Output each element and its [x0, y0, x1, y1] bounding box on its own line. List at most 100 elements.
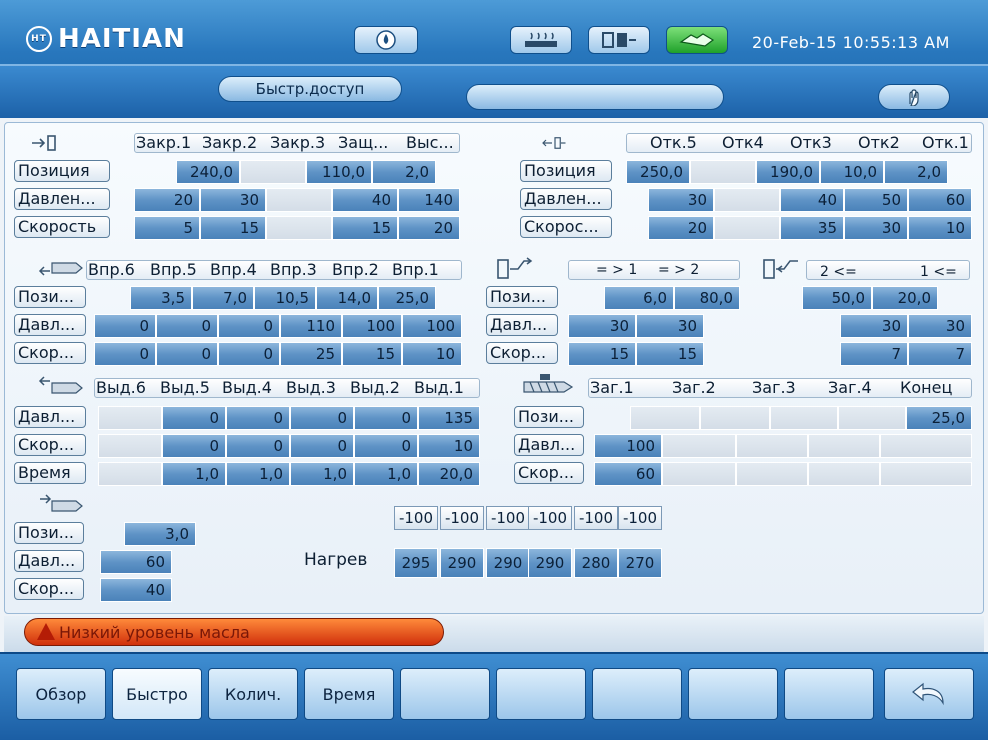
heat-temp-4[interactable]: 290 — [528, 548, 572, 578]
alarm-banner[interactable]: Низкий уровень масла — [24, 618, 444, 646]
clamp-close-pres-5[interactable]: 140 — [398, 188, 460, 212]
inject-speed-6[interactable]: 0 — [94, 342, 156, 366]
heat-offset-2[interactable]: -100 — [440, 506, 484, 530]
clamp-open-pos-5[interactable]: 2,0 — [884, 160, 948, 184]
hold-time-5[interactable]: 1,0 — [162, 462, 226, 486]
inject-speed-1[interactable]: 10 — [402, 342, 462, 366]
motor-button[interactable] — [666, 26, 728, 54]
clamp-close-pres-1[interactable]: 20 — [134, 188, 200, 212]
charge-speed-1[interactable]: 60 — [594, 462, 662, 486]
clamp-close-pos-3[interactable]: 110,0 — [306, 160, 372, 184]
ejector-fwd-speed-1[interactable]: 15 — [568, 342, 636, 366]
heat-offset-5[interactable]: -100 — [574, 506, 618, 530]
clamp-close-pres-4[interactable]: 40 — [332, 188, 398, 212]
footer-button-overview[interactable]: Обзор — [16, 668, 106, 720]
tab-blank[interactable] — [466, 84, 724, 110]
ejector-back-speed-1[interactable]: 7 — [908, 342, 972, 366]
ejector-fwd-pos-1[interactable]: 6,0 — [604, 286, 674, 310]
ejector-back-speed-2[interactable]: 7 — [840, 342, 908, 366]
suckback-pres[interactable]: 60 — [100, 550, 172, 574]
footer-button-empty-3[interactable] — [592, 668, 682, 720]
clamp-close-speed-4[interactable]: 15 — [332, 216, 398, 240]
hold-pres-2[interactable]: 0 — [354, 406, 418, 430]
oil-drop-button[interactable] — [354, 26, 418, 54]
hold-pres-1[interactable]: 135 — [418, 406, 480, 430]
hold-time-1[interactable]: 20,0 — [418, 462, 480, 486]
heat-temp-3[interactable]: 290 — [486, 548, 530, 578]
suckback-pos[interactable]: 3,0 — [124, 522, 196, 546]
inject-pos-1[interactable]: 25,0 — [378, 286, 436, 310]
tab-quick-access[interactable]: Быстр.доступ — [218, 76, 402, 102]
clamp-open-pres-4[interactable]: 50 — [844, 188, 908, 212]
footer-button-quick[interactable]: Быстро — [112, 668, 202, 720]
inject-pos-4[interactable]: 7,0 — [192, 286, 254, 310]
footer-button-time[interactable]: Время — [304, 668, 394, 720]
hold-time-2[interactable]: 1,0 — [354, 462, 418, 486]
hold-speed-2[interactable]: 0 — [354, 434, 418, 458]
ejector-fwd-speed-2[interactable]: 15 — [636, 342, 704, 366]
clamp-open-pos-4[interactable]: 10,0 — [820, 160, 884, 184]
inject-pres-4[interactable]: 0 — [218, 314, 280, 338]
clamp-open-speed-1[interactable]: 20 — [648, 216, 714, 240]
ejector-back-pres-2[interactable]: 30 — [840, 314, 908, 338]
inject-speed-2[interactable]: 15 — [342, 342, 402, 366]
ejector-fwd-pos-2[interactable]: 80,0 — [674, 286, 740, 310]
heat-offset-4[interactable]: -100 — [528, 506, 572, 530]
inject-pos-3[interactable]: 10,5 — [254, 286, 316, 310]
footer-button-empty-5[interactable] — [784, 668, 874, 720]
clamp-open-pres-3[interactable]: 40 — [780, 188, 844, 212]
heat-temp-6[interactable]: 270 — [618, 548, 662, 578]
inject-pres-5[interactable]: 0 — [156, 314, 218, 338]
clamp-close-speed-5[interactable]: 20 — [398, 216, 460, 240]
hold-speed-1[interactable]: 10 — [418, 434, 480, 458]
clamp-close-pos-1[interactable]: 240,0 — [176, 160, 240, 184]
heat-offset-1[interactable]: -100 — [394, 506, 438, 530]
ejector-back-pres-1[interactable]: 30 — [908, 314, 972, 338]
inject-pres-3[interactable]: 110 — [280, 314, 342, 338]
clamp-close-speed-2[interactable]: 15 — [200, 216, 266, 240]
heat-offset-3[interactable]: -100 — [486, 506, 530, 530]
clamp-open-pres-5[interactable]: 60 — [908, 188, 972, 212]
inject-pres-1[interactable]: 100 — [402, 314, 462, 338]
inject-speed-4[interactable]: 0 — [218, 342, 280, 366]
heater-button[interactable] — [510, 26, 572, 54]
inject-pos-5[interactable]: 3,5 — [130, 286, 192, 310]
hold-speed-3[interactable]: 0 — [290, 434, 354, 458]
hold-time-4[interactable]: 1,0 — [226, 462, 290, 486]
hold-speed-5[interactable]: 0 — [162, 434, 226, 458]
clamp-open-speed-5[interactable]: 10 — [908, 216, 972, 240]
inject-pos-2[interactable]: 14,0 — [316, 286, 378, 310]
ejector-back-pos-2[interactable]: 50,0 — [802, 286, 872, 310]
clamp-open-speed-4[interactable]: 30 — [844, 216, 908, 240]
hold-pres-5[interactable]: 0 — [162, 406, 226, 430]
charge-pos-end[interactable]: 25,0 — [906, 406, 972, 430]
heat-temp-2[interactable]: 290 — [440, 548, 484, 578]
footer-button-empty-1[interactable] — [400, 668, 490, 720]
ejector-back-pos-1[interactable]: 20,0 — [872, 286, 938, 310]
footer-button-empty-4[interactable] — [688, 668, 778, 720]
clamp-open-pos-1[interactable]: 250,0 — [626, 160, 690, 184]
ejector-fwd-pres-1[interactable]: 30 — [568, 314, 636, 338]
hold-time-3[interactable]: 1,0 — [290, 462, 354, 486]
back-button[interactable] — [884, 668, 974, 720]
hold-speed-4[interactable]: 0 — [226, 434, 290, 458]
hold-pres-4[interactable]: 0 — [226, 406, 290, 430]
footer-button-empty-2[interactable] — [496, 668, 586, 720]
hand-button[interactable] — [878, 84, 950, 110]
heat-temp-5[interactable]: 280 — [574, 548, 618, 578]
heat-temp-1[interactable]: 295 — [394, 548, 438, 578]
footer-button-quantity[interactable]: Колич. — [208, 668, 298, 720]
mold-button[interactable] — [588, 26, 650, 54]
ejector-fwd-pres-2[interactable]: 30 — [636, 314, 704, 338]
clamp-close-speed-1[interactable]: 5 — [134, 216, 200, 240]
charge-pres-1[interactable]: 100 — [594, 434, 662, 458]
hold-pres-3[interactable]: 0 — [290, 406, 354, 430]
inject-speed-5[interactable]: 0 — [156, 342, 218, 366]
inject-speed-3[interactable]: 25 — [280, 342, 342, 366]
clamp-open-pres-1[interactable]: 30 — [648, 188, 714, 212]
clamp-close-pos-4[interactable]: 2,0 — [372, 160, 436, 184]
clamp-close-pres-2[interactable]: 30 — [200, 188, 266, 212]
inject-pres-2[interactable]: 100 — [342, 314, 402, 338]
inject-pres-6[interactable]: 0 — [94, 314, 156, 338]
heat-offset-6[interactable]: -100 — [618, 506, 662, 530]
